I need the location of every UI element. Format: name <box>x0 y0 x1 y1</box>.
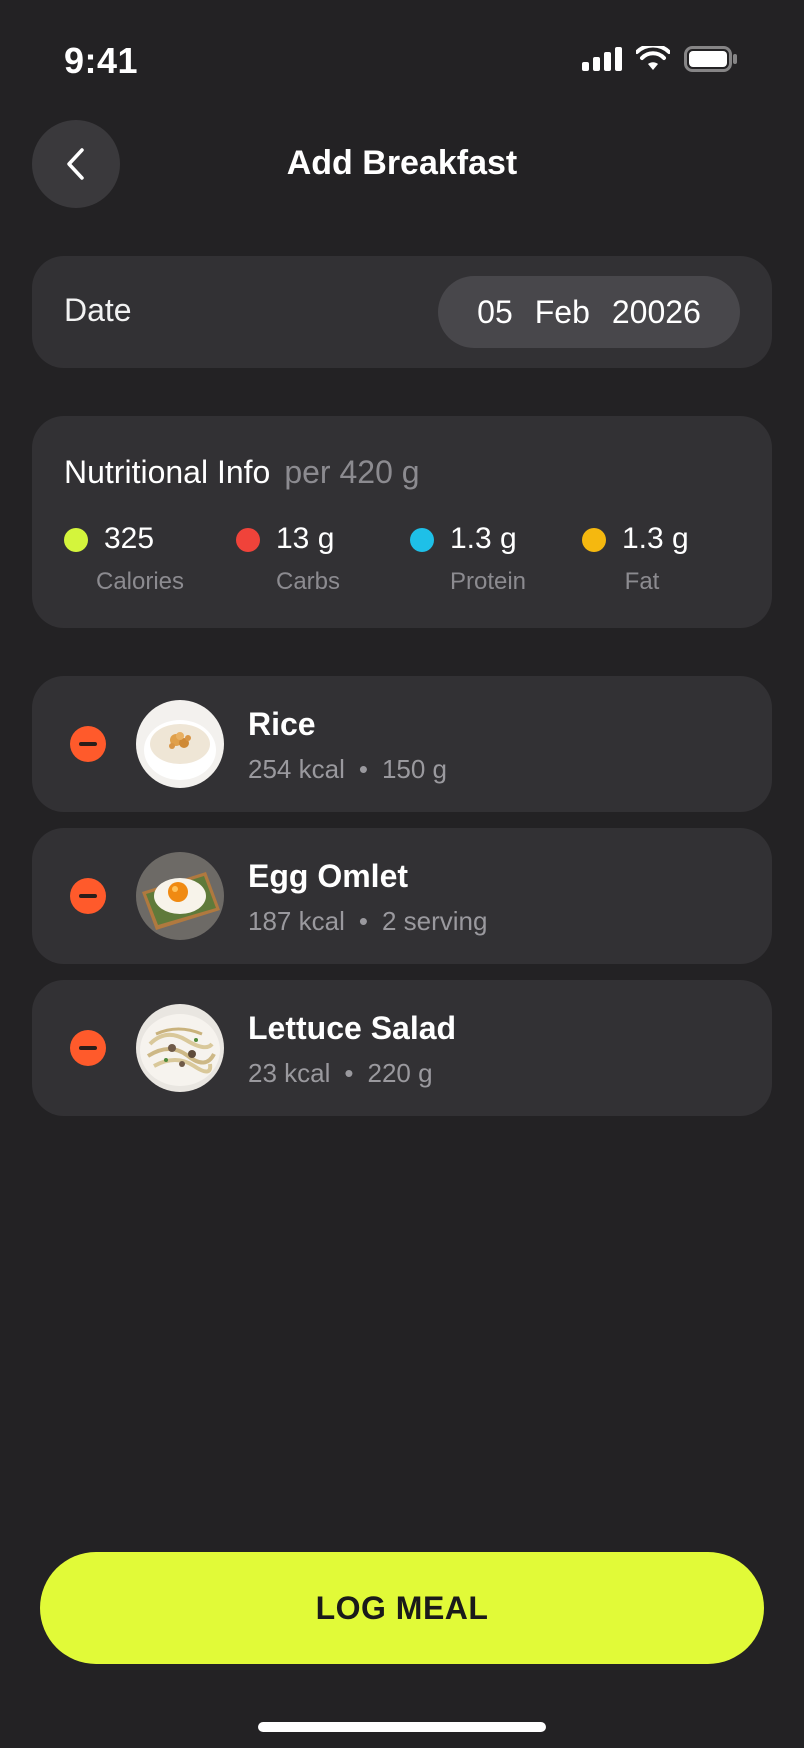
carbs-label: Carbs <box>275 568 341 595</box>
header: Add Breakfast <box>0 120 804 208</box>
cellular-signal-icon <box>582 47 622 71</box>
nutrient-fat: 1.3 g Fat <box>582 522 752 612</box>
nutrient-calories: 325 Calories <box>64 522 234 612</box>
status-time: 9:41 <box>64 40 139 81</box>
date-label: Date <box>64 292 132 328</box>
food-name: Egg Omlet <box>248 858 409 894</box>
calories-value: 325 <box>104 522 155 555</box>
remove-food-button[interactable] <box>70 878 106 914</box>
meta-separator: • <box>358 754 368 784</box>
nutritional-info-heading: Nutritional Info <box>64 454 271 490</box>
nutrient-row: 325 Calories 13 g Carbs 1.3 g Protein 1.… <box>64 522 744 612</box>
food-name: Lettuce Salad <box>248 1010 457 1046</box>
date-picker[interactable]: 05 Feb 20026 <box>438 276 740 348</box>
rice-bowl-image <box>136 700 224 788</box>
nutrient-carbs: 13 g Carbs <box>236 522 406 612</box>
protein-value: 1.3 g <box>450 522 517 555</box>
battery-icon <box>684 46 737 72</box>
food-item[interactable]: Egg Omlet 187 kcal • 2 serving <box>32 828 772 964</box>
carbs-value: 13 g <box>276 522 335 555</box>
fat-label: Fat <box>624 568 660 595</box>
remove-food-button[interactable] <box>70 726 106 762</box>
date-month: Feb <box>534 293 590 330</box>
carbs-dot <box>236 528 260 552</box>
date-day: 05 <box>477 293 513 330</box>
food-kcal: 254 kcal <box>248 754 345 784</box>
remove-food-button[interactable] <box>70 1030 106 1066</box>
page-title: Add Breakfast <box>286 144 518 182</box>
nutritional-info-card: Nutritional Info per 420 g 325 Calories 1… <box>32 416 772 628</box>
calories-dot <box>64 528 88 552</box>
date-year: 20026 <box>611 293 701 330</box>
meta-separator: • <box>358 906 368 936</box>
food-meta: 187 kcal • 2 serving <box>248 906 487 937</box>
protein-dot <box>410 528 434 552</box>
protein-label: Protein <box>449 568 527 595</box>
home-indicator <box>258 1722 546 1732</box>
log-meal-button[interactable]: LOG MEAL <box>40 1552 764 1664</box>
meta-separator: • <box>344 1058 354 1088</box>
status-bar: 9:41 <box>0 0 804 110</box>
egg-toast-image <box>136 852 224 940</box>
food-kcal: 187 kcal <box>248 906 345 936</box>
status-icons <box>582 46 738 72</box>
nutrient-protein: 1.3 g Protein <box>410 522 580 612</box>
food-item[interactable]: Lettuce Salad 23 kcal • 220 g <box>32 980 772 1116</box>
fat-value: 1.3 g <box>622 522 689 555</box>
wifi-icon <box>636 46 670 70</box>
food-amount: 220 g <box>367 1058 433 1088</box>
food-amount: 150 g <box>381 754 448 784</box>
pasta-salad-image <box>136 1004 224 1092</box>
food-name: Rice <box>248 706 316 742</box>
food-meta: 254 kcal • 150 g <box>248 754 447 785</box>
calories-label: Calories <box>95 568 185 595</box>
food-meta: 23 kcal • 220 g <box>248 1058 433 1089</box>
food-item[interactable]: Rice 254 kcal • 150 g <box>32 676 772 812</box>
food-kcal: 23 kcal <box>248 1058 331 1088</box>
food-amount: 2 serving <box>381 906 488 936</box>
date-card: Date 05 Feb 20026 <box>32 256 772 368</box>
fat-dot <box>582 528 606 552</box>
nutritional-info-per: per 420 g <box>284 454 420 490</box>
nutritional-info-title: Nutritional Info per 420 g <box>64 454 420 491</box>
